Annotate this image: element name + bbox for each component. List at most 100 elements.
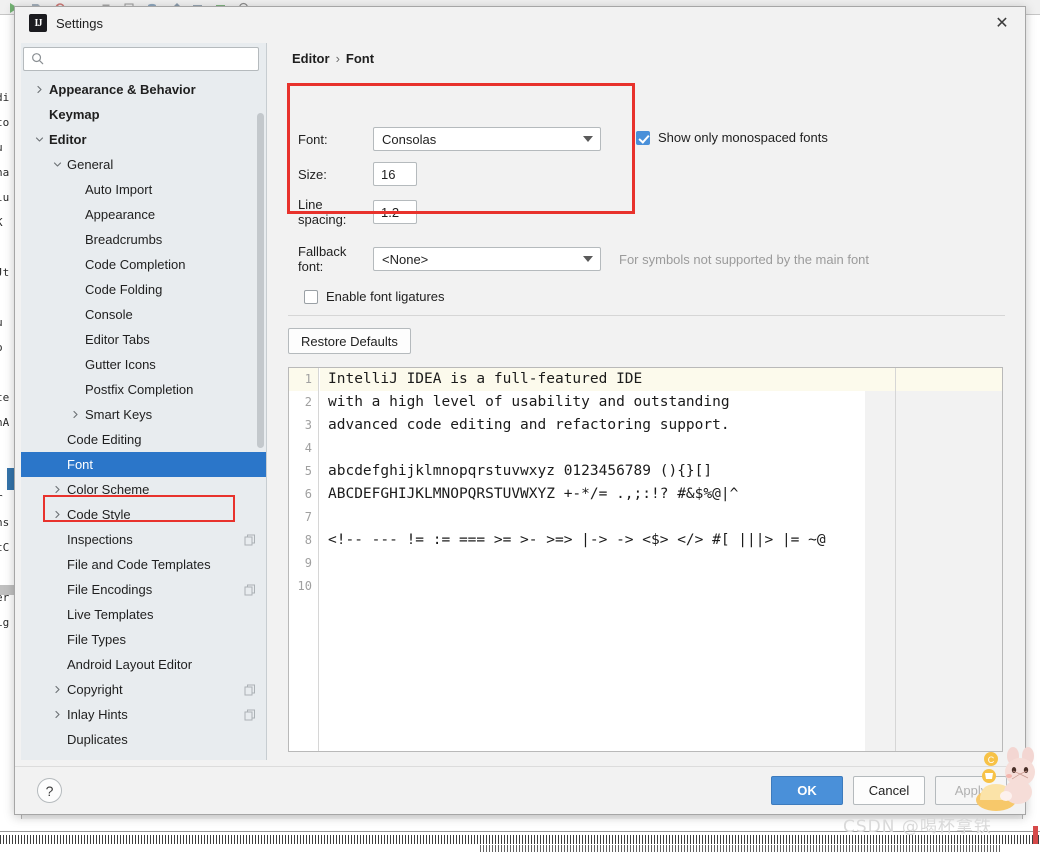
chevron-right-icon[interactable] xyxy=(33,83,46,96)
preview-code-line: advanced code editing and refactoring su… xyxy=(328,417,730,433)
chevron-right-icon[interactable] xyxy=(51,758,64,760)
sidebar-item-duplicates[interactable]: Duplicates xyxy=(21,727,266,752)
preview-line-number: 1 xyxy=(289,368,318,391)
sidebar-item-console[interactable]: Console xyxy=(21,302,266,327)
sidebar-item-auto-import[interactable]: Auto Import xyxy=(21,177,266,202)
sidebar-item-file-and-code-templates[interactable]: File and Code Templates xyxy=(21,552,266,577)
preview-code-line: IntelliJ IDEA is a full-featured IDE xyxy=(320,368,1002,391)
sidebar-item-smart-keys[interactable]: Smart Keys xyxy=(21,402,266,427)
preview-line-number: 9 xyxy=(304,556,312,570)
sidebar-item-color-scheme[interactable]: Color Scheme xyxy=(21,477,266,502)
sidebar-item-label: Appearance & Behavior xyxy=(49,82,196,97)
sidebar-item-file-types[interactable]: File Types xyxy=(21,627,266,652)
search-input[interactable] xyxy=(23,47,259,71)
line-spacing-input[interactable] xyxy=(373,200,417,224)
sidebar-item-label: Appearance xyxy=(85,207,156,222)
ok-button[interactable]: OK xyxy=(771,776,843,805)
checkbox-checked-icon[interactable] xyxy=(636,130,650,145)
monospaced-fonts-checkbox-row[interactable]: Show only monospaced fonts xyxy=(636,130,828,145)
fallback-font-value: <None> xyxy=(382,251,429,267)
restore-defaults-button[interactable]: Restore Defaults xyxy=(288,328,411,354)
chevron-down-icon[interactable] xyxy=(51,158,64,171)
close-icon[interactable]: ✕ xyxy=(979,7,1025,39)
sidebar-item-code-style[interactable]: Code Style xyxy=(21,502,266,527)
sidebar-item-label: Emmet xyxy=(67,757,266,760)
chevron-right-icon[interactable] xyxy=(51,483,64,496)
preview-code-line: ABCDEFGHIJKLMNOPQRSTUVWXYZ +-*/= .,;:!? … xyxy=(328,486,739,502)
chevron-right-icon[interactable] xyxy=(69,408,82,421)
preview-right-margin-line xyxy=(895,368,896,751)
sidebar-item-label: File Encodings xyxy=(67,582,153,597)
sidebar-item-general[interactable]: General xyxy=(21,152,266,177)
ide-bottom-strip xyxy=(0,819,1040,853)
preview-line-number: 5 xyxy=(304,464,312,478)
sidebar-item-label: Editor xyxy=(49,132,87,147)
breadcrumb-current: Font xyxy=(345,51,375,66)
chevron-down-icon[interactable] xyxy=(33,133,46,146)
sidebar-item-code-completion[interactable]: Code Completion xyxy=(21,252,266,277)
size-label: Size: xyxy=(298,166,327,182)
font-preview-editor[interactable]: 1 2 3 4 5 6 7 8 9 10 IntelliJ IDEA is a full-feat… xyxy=(288,367,1003,752)
sidebar-item-code-folding[interactable]: Code Folding xyxy=(21,277,266,302)
preview-line-number: 3 xyxy=(304,418,312,432)
preview-line-number-gutter: 1 2 3 4 5 6 7 8 9 10 xyxy=(289,368,319,751)
chevron-right-icon[interactable] xyxy=(51,508,64,521)
preview-code-line: abcdefghijklmnopqrstuvwxyz 0123456789 ()… xyxy=(328,463,713,479)
sidebar-item-label: Breadcrumbs xyxy=(85,232,163,247)
checkbox-unchecked-icon[interactable] xyxy=(304,289,318,304)
sidebar-item-label: Font xyxy=(67,457,94,472)
sidebar-item-font[interactable]: Font xyxy=(21,452,266,477)
footer-button-group: OK Cancel Apply xyxy=(771,776,1007,805)
chevron-right-icon[interactable] xyxy=(51,708,64,721)
preview-code-area[interactable]: IntelliJ IDEA is a full-featured IDE with… xyxy=(320,368,1002,751)
chevron-down-icon xyxy=(583,136,593,142)
breadcrumb-parent[interactable]: Editor xyxy=(292,51,330,66)
fallback-font-combobox[interactable]: <None> xyxy=(373,247,601,271)
cancel-button[interactable]: Cancel xyxy=(853,776,925,805)
help-button[interactable]: ? xyxy=(37,778,62,803)
font-combobox[interactable]: Consolas xyxy=(373,127,601,151)
sidebar-item-label: Auto Import xyxy=(85,182,153,197)
sidebar-item-emmet[interactable]: Emmet xyxy=(21,752,266,760)
sidebar-item-appearance[interactable]: Appearance xyxy=(21,202,266,227)
sidebar-item-file-encodings[interactable]: File Encodings xyxy=(21,577,266,602)
sidebar-item-label: Copyright xyxy=(67,682,123,697)
sidebar-item-editor-tabs[interactable]: Editor Tabs xyxy=(21,327,266,352)
preview-code-line: with a high level of usability and outst… xyxy=(328,394,730,410)
sidebar-item-label: Code Folding xyxy=(85,282,163,297)
sidebar-item-keymap[interactable]: Keymap xyxy=(21,102,266,127)
sidebar-item-editor[interactable]: Editor xyxy=(21,127,266,152)
project-scope-icon xyxy=(244,709,256,721)
preview-code-line xyxy=(320,437,1002,460)
sidebar-item-gutter-icons[interactable]: Gutter Icons xyxy=(21,352,266,377)
sidebar-item-postfix-completion[interactable]: Postfix Completion xyxy=(21,377,266,402)
chevron-right-icon[interactable] xyxy=(51,683,64,696)
ide-bottom-text-blur xyxy=(0,835,1040,844)
sidebar-item-code-editing[interactable]: Code Editing xyxy=(21,427,266,452)
sidebar-item-inspections[interactable]: Inspections xyxy=(21,527,266,552)
sidebar-item-android-layout-editor[interactable]: Android Layout Editor xyxy=(21,652,266,677)
sidebar-item-live-templates[interactable]: Live Templates xyxy=(21,602,266,627)
sidebar-item-breadcrumbs[interactable]: Breadcrumbs xyxy=(21,227,266,252)
font-combobox-value: Consolas xyxy=(382,131,437,147)
sidebar-item-label: Code Completion xyxy=(85,257,186,272)
sidebar-item-inlay-hints[interactable]: Inlay Hints xyxy=(21,702,266,727)
sidebar-item-label: File and Code Templates xyxy=(67,557,211,572)
size-input[interactable] xyxy=(373,162,417,186)
sidebar-item-label: Code Editing xyxy=(67,432,142,447)
sidebar-item-label: Postfix Completion xyxy=(85,382,194,397)
sidebar-item-copyright[interactable]: Copyright xyxy=(21,677,266,702)
font-ligatures-checkbox-row[interactable]: Enable font ligatures xyxy=(304,289,445,304)
sidebar-item-appearance-behavior[interactable]: Appearance & Behavior xyxy=(21,77,266,102)
project-scope-icon xyxy=(244,684,256,696)
